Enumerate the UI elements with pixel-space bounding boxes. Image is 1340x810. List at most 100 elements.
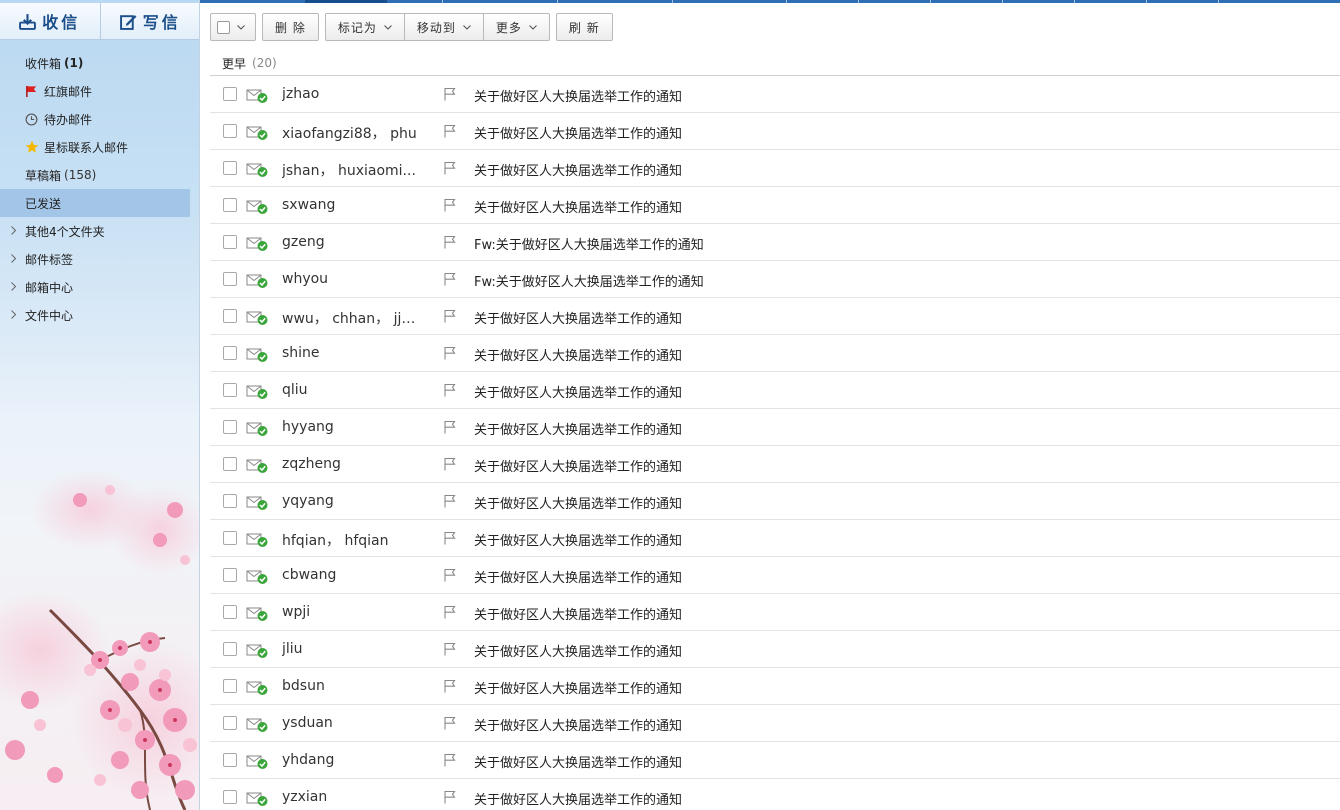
flag-outline-icon[interactable]: [443, 161, 456, 175]
message-row[interactable]: wpji 关于做好区人大换届选举工作的通知: [210, 594, 1340, 631]
row-checkbox[interactable]: [223, 272, 237, 286]
flag-outline-icon[interactable]: [443, 309, 456, 323]
message-sender: hyyang: [282, 419, 334, 435]
flag-outline-icon[interactable]: [443, 198, 456, 212]
toolbar: 删 除 标记为 移动到 更多 刷 新: [210, 13, 613, 41]
row-checkbox[interactable]: [223, 568, 237, 582]
message-row[interactable]: yhdang 关于做好区人大换届选举工作的通知: [210, 742, 1340, 779]
sent-mail-icon: [246, 533, 268, 547]
message-row[interactable]: cbwang 关于做好区人大换届选举工作的通知: [210, 557, 1340, 594]
flag-outline-icon[interactable]: [443, 642, 456, 656]
row-checkbox[interactable]: [223, 124, 237, 138]
sent-mail-icon: [246, 607, 268, 621]
row-checkbox[interactable]: [223, 346, 237, 360]
compose-mail-button[interactable]: 写信: [99, 3, 199, 39]
chevron-right-icon: [11, 310, 16, 319]
flag-outline-icon[interactable]: [443, 716, 456, 730]
message-row[interactable]: yqyang 关于做好区人大换届选举工作的通知: [210, 483, 1340, 520]
mark-as-button[interactable]: 标记为: [324, 13, 405, 41]
row-checkbox[interactable]: [223, 383, 237, 397]
move-to-button[interactable]: 移动到: [404, 13, 484, 41]
message-row[interactable]: zqzheng 关于做好区人大换届选举工作的通知: [210, 446, 1340, 483]
delete-button[interactable]: 删 除: [262, 13, 319, 41]
compose-bar: 收信 写信: [0, 3, 199, 40]
message-row[interactable]: sxwang 关于做好区人大换届选举工作的通知: [210, 187, 1340, 224]
flag-outline-icon[interactable]: [443, 531, 456, 545]
flag-outline-icon[interactable]: [443, 790, 456, 804]
message-sender: sxwang: [282, 197, 336, 213]
message-row[interactable]: hyyang 关于做好区人大换届选举工作的通知: [210, 409, 1340, 446]
chevron-down-icon: [383, 24, 392, 30]
row-checkbox[interactable]: [223, 531, 237, 545]
row-checkbox[interactable]: [223, 790, 237, 804]
flag-outline-icon[interactable]: [443, 383, 456, 397]
message-row[interactable]: bdsun 关于做好区人大换届选举工作的通知: [210, 668, 1340, 705]
flag-outline-icon[interactable]: [443, 235, 456, 249]
row-checkbox[interactable]: [223, 87, 237, 101]
clock-icon: [24, 112, 39, 127]
message-row[interactable]: jzhao 关于做好区人大换届选举工作的通知: [210, 76, 1340, 113]
message-row[interactable]: whyou Fw:关于做好区人大换届选举工作的通知: [210, 261, 1340, 298]
select-all-checkbox[interactable]: [217, 20, 230, 34]
flag-outline-icon[interactable]: [443, 346, 456, 360]
message-row[interactable]: jshan， huxiaomi... 关于做好区人大换届选举工作的通知: [210, 150, 1340, 187]
sidebar-item-drafts[interactable]: 草稿箱 (158): [0, 161, 199, 189]
flag-outline-icon[interactable]: [443, 420, 456, 434]
refresh-button[interactable]: 刷 新: [555, 13, 613, 41]
flag-outline-icon[interactable]: [443, 124, 456, 138]
message-list: jzhao 关于做好区人大换届选举工作的通知 xiaofangzi88， phu…: [210, 76, 1340, 810]
sidebar-item-flagged[interactable]: 红旗邮件: [0, 77, 199, 105]
sidebar-item-label: 文件中心: [25, 308, 74, 323]
flag-outline-icon[interactable]: [443, 753, 456, 767]
message-row[interactable]: shine 关于做好区人大换届选举工作的通知: [210, 335, 1340, 372]
row-checkbox[interactable]: [223, 161, 237, 175]
row-checkbox[interactable]: [223, 642, 237, 656]
sidebar-item-inbox[interactable]: 收件箱 (1): [0, 49, 199, 77]
message-row[interactable]: hfqian， hfqian 关于做好区人大换届选举工作的通知: [210, 520, 1340, 557]
flag-outline-icon[interactable]: [443, 87, 456, 101]
row-checkbox[interactable]: [223, 753, 237, 767]
row-checkbox[interactable]: [223, 457, 237, 471]
message-row[interactable]: yzxian 关于做好区人大换届选举工作的通知: [210, 779, 1340, 810]
row-checkbox[interactable]: [223, 235, 237, 249]
message-row[interactable]: qliu 关于做好区人大换届选举工作的通知: [210, 372, 1340, 409]
message-row[interactable]: jliu 关于做好区人大换届选举工作的通知: [210, 631, 1340, 668]
row-checkbox[interactable]: [223, 605, 237, 619]
flag-outline-icon[interactable]: [443, 272, 456, 286]
message-row[interactable]: xiaofangzi88， phu 关于做好区人大换届选举工作的通知: [210, 113, 1340, 150]
row-checkbox[interactable]: [223, 420, 237, 434]
flag-outline-icon[interactable]: [443, 568, 456, 582]
sidebar: 收信 写信 收件箱 (1) 红旗邮件 待办邮件 星标联系人邮件 草稿箱 (158…: [0, 0, 200, 810]
sent-mail-icon: [246, 348, 268, 362]
message-subject: 关于做好区人大换届选举工作的通知: [474, 349, 683, 364]
flag-outline-icon[interactable]: [443, 679, 456, 693]
sidebar-item-mail-tags[interactable]: 邮件标签: [0, 245, 199, 273]
message-row[interactable]: ysduan 关于做好区人大换届选举工作的通知: [210, 705, 1340, 742]
flag-outline-icon[interactable]: [443, 605, 456, 619]
sent-mail-icon: [246, 274, 268, 288]
row-checkbox[interactable]: [223, 309, 237, 323]
flag-outline-icon[interactable]: [443, 457, 456, 471]
receive-mail-button[interactable]: 收信: [0, 3, 100, 39]
sidebar-item-sent[interactable]: 已发送: [0, 189, 190, 217]
row-checkbox[interactable]: [223, 494, 237, 508]
row-checkbox[interactable]: [223, 198, 237, 212]
move-to-label: 移动到: [416, 20, 456, 35]
message-row[interactable]: wwu， chhan， jjz... 关于做好区人大换届选举工作的通知: [210, 298, 1340, 335]
sidebar-item-starred[interactable]: 星标联系人邮件: [0, 133, 199, 161]
select-all-dropdown[interactable]: [210, 13, 256, 41]
sidebar-item-todo[interactable]: 待办邮件: [0, 105, 199, 133]
receive-icon: [19, 13, 37, 30]
sidebar-item-other-folders[interactable]: 其他4个文件夹: [0, 217, 199, 245]
unread-count: (1): [64, 56, 84, 70]
sidebar-item-mailbox-center[interactable]: 邮箱中心: [0, 273, 199, 301]
more-button[interactable]: 更多: [483, 13, 550, 41]
message-subject: 关于做好区人大换届选举工作的通知: [474, 645, 683, 660]
row-checkbox[interactable]: [223, 716, 237, 730]
message-sender: jshan， huxiaomi...: [282, 163, 416, 179]
chevron-right-icon: [11, 254, 16, 263]
flag-outline-icon[interactable]: [443, 494, 456, 508]
row-checkbox[interactable]: [223, 679, 237, 693]
message-row[interactable]: gzeng Fw:关于做好区人大换届选举工作的通知: [210, 224, 1340, 261]
sidebar-item-file-center[interactable]: 文件中心: [0, 301, 199, 329]
